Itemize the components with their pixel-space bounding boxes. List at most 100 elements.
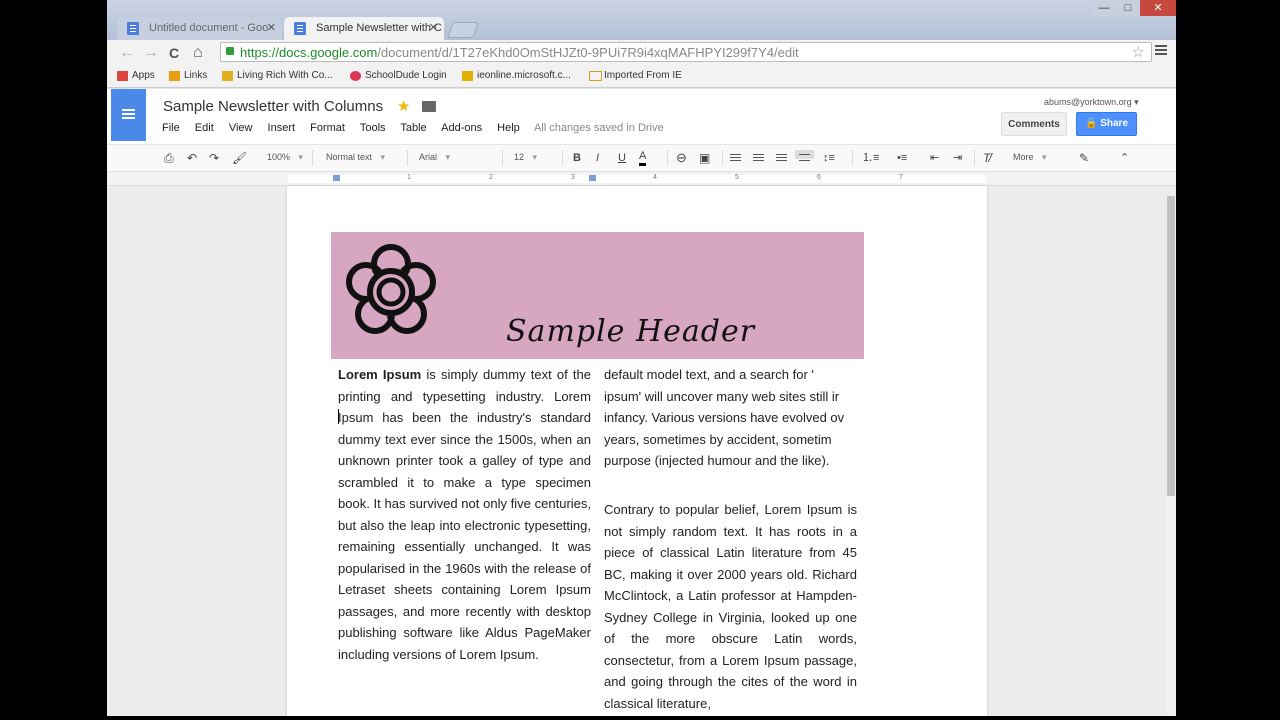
separator — [502, 150, 503, 166]
tab-untitled-document[interactable]: Untitled document - Goo ✕ — [117, 17, 282, 40]
bookmarks-bar: Apps Links Living Rich With Co... School… — [107, 66, 1176, 88]
bulleted-list-icon[interactable]: •≡ — [897, 150, 907, 166]
tab-sample-newsletter[interactable]: Sample Newsletter with C ✕ — [284, 17, 444, 40]
underline-icon[interactable]: U — [618, 150, 626, 166]
text-line: purpose (injected humour and the like). — [604, 453, 830, 468]
font-select[interactable]: Arial — [419, 152, 450, 163]
paint-format-icon[interactable]: 🖌 — [232, 150, 247, 166]
print-icon[interactable]: ⎙ — [164, 150, 174, 166]
menu-add-ons[interactable]: Add-ons — [441, 122, 482, 134]
comment-icon[interactable]: ▣ — [699, 150, 710, 166]
header-banner-image[interactable]: Sample Header — [331, 232, 864, 359]
menu-format[interactable]: Format — [310, 122, 345, 134]
lock-icon — [226, 47, 234, 55]
folder-icon — [589, 71, 602, 81]
bookmark-apps[interactable]: Apps — [117, 70, 155, 81]
docs-logo-icon[interactable] — [111, 89, 146, 141]
bookmark-icon — [350, 71, 361, 81]
minimize-button[interactable]: — — [1092, 0, 1116, 16]
folder-icon — [169, 71, 180, 81]
format-toolbar: ⎙ ↶ ↷ 🖌 100% Normal text Arial 12 B I U … — [107, 144, 1176, 172]
link-icon[interactable]: ⊖ — [676, 150, 687, 166]
document-title[interactable]: Sample Newsletter with Columns — [163, 98, 383, 115]
menu-tools[interactable]: Tools — [360, 122, 386, 134]
chrome-menu-icon[interactable] — [1155, 45, 1167, 47]
bold-icon[interactable]: B — [573, 150, 581, 166]
line-spacing-icon[interactable]: ↕≡ — [823, 150, 835, 166]
tab-strip: Untitled document - Goo ✕ Sample Newslet… — [107, 0, 1176, 40]
share-label: Share — [1100, 118, 1129, 129]
close-window-button[interactable]: ✕ — [1140, 0, 1176, 16]
font-size-select[interactable]: 12 — [514, 152, 537, 163]
pencil-icon[interactable]: ✎ — [1079, 150, 1089, 166]
align-right-icon[interactable] — [776, 154, 787, 155]
column-2-text[interactable]: default model text, and a search for ' i… — [604, 364, 864, 472]
text-cursor — [338, 409, 339, 424]
undo-icon[interactable]: ↶ — [187, 150, 197, 166]
menu-help[interactable]: Help — [497, 122, 520, 134]
home-icon[interactable]: ⌂ — [193, 43, 203, 63]
bookmark-links[interactable]: Links — [169, 70, 207, 81]
account-email[interactable]: abums@yorktown.org ▾ — [1044, 97, 1139, 108]
url-host: https://docs.google.com — [240, 45, 378, 60]
decrease-indent-icon[interactable]: ⇤ — [930, 150, 939, 166]
tab-title: Sample Newsletter with C — [316, 22, 442, 34]
align-center-icon[interactable] — [753, 154, 764, 155]
left-indent-marker[interactable] — [333, 175, 340, 181]
url-text: https://docs.google.com/document/d/1T27e… — [240, 45, 799, 60]
column-marker[interactable] — [589, 175, 596, 181]
bookmark-star-icon[interactable]: ☆ — [1132, 43, 1145, 61]
new-tab-button[interactable] — [447, 22, 479, 38]
separator — [852, 150, 853, 166]
address-bar[interactable]: https://docs.google.com/document/d/1T27e… — [220, 42, 1152, 62]
bookmark-schooldude[interactable]: SchoolDude Login — [350, 70, 447, 81]
column-2-paragraph[interactable]: Contrary to popular belief, Lorem Ipsum … — [604, 499, 857, 714]
back-icon[interactable]: ← — [119, 43, 135, 63]
tab-title: Untitled document - Goo — [149, 22, 269, 34]
redo-icon[interactable]: ↷ — [209, 150, 219, 166]
separator — [974, 150, 975, 166]
more-button[interactable]: More — [1013, 152, 1047, 163]
bookmark-ieonline[interactable]: ieonline.microsoft.c... — [462, 70, 571, 81]
scrollbar-thumb[interactable] — [1167, 196, 1175, 496]
menu-view[interactable]: View — [229, 122, 253, 134]
style-select[interactable]: Normal text — [326, 152, 385, 163]
star-icon[interactable]: ★ — [397, 97, 410, 115]
account-email-text: abums@yorktown.org — [1044, 97, 1132, 107]
text-color-icon[interactable]: A — [639, 150, 647, 166]
zoom-select[interactable]: 100% — [267, 152, 303, 163]
menu-edit[interactable]: Edit — [195, 122, 214, 134]
increase-indent-icon[interactable]: ⇥ — [953, 150, 962, 166]
apps-icon — [117, 71, 128, 81]
share-button[interactable]: 🔒 Share — [1076, 112, 1137, 136]
document-page[interactable]: Sample Header Lorem Ipsum is simply dumm… — [287, 186, 987, 716]
menu-file[interactable]: File — [162, 122, 180, 134]
comments-button[interactable]: Comments — [1001, 112, 1067, 136]
browser-toolbar: ← → C ⌂ https://docs.google.com/document… — [107, 40, 1176, 66]
collapse-icon[interactable]: ⌃ — [1120, 150, 1129, 166]
folder-icon[interactable] — [422, 101, 436, 112]
text-line: years, sometimes by accident, sometim — [604, 431, 832, 447]
menu-table[interactable]: Table — [400, 122, 426, 134]
bookmark-imported-from-ie[interactable]: Imported From IE — [589, 70, 682, 81]
clear-formatting-icon[interactable]: T̸ — [983, 150, 990, 166]
bookmark-label: Imported From IE — [604, 70, 682, 81]
bookmark-label: ieonline.microsoft.c... — [477, 70, 571, 81]
vertical-scrollbar[interactable] — [1166, 196, 1176, 716]
forward-icon[interactable]: → — [143, 43, 159, 63]
ruler-number: 6 — [817, 174, 821, 181]
italic-icon[interactable]: I — [596, 150, 599, 166]
ruler-track: 1 2 3 4 5 6 7 — [288, 174, 986, 183]
justify-icon[interactable] — [795, 150, 814, 159]
docs-menu-bar: File Edit View Insert Format Tools Table… — [162, 122, 532, 134]
menu-insert[interactable]: Insert — [268, 122, 296, 134]
close-tab-icon[interactable]: ✕ — [429, 17, 438, 40]
close-tab-icon[interactable]: ✕ — [267, 17, 276, 40]
column-1-text[interactable]: Lorem Ipsum is simply dummy text of the … — [338, 364, 591, 665]
ruler-number: 7 — [899, 174, 903, 181]
numbered-list-icon[interactable]: ⒈≡ — [862, 150, 879, 166]
maximize-button[interactable]: □ — [1117, 0, 1139, 16]
align-left-icon[interactable] — [730, 154, 741, 155]
bookmark-living-rich[interactable]: Living Rich With Co... — [222, 70, 333, 81]
reload-icon[interactable]: C — [169, 43, 179, 63]
